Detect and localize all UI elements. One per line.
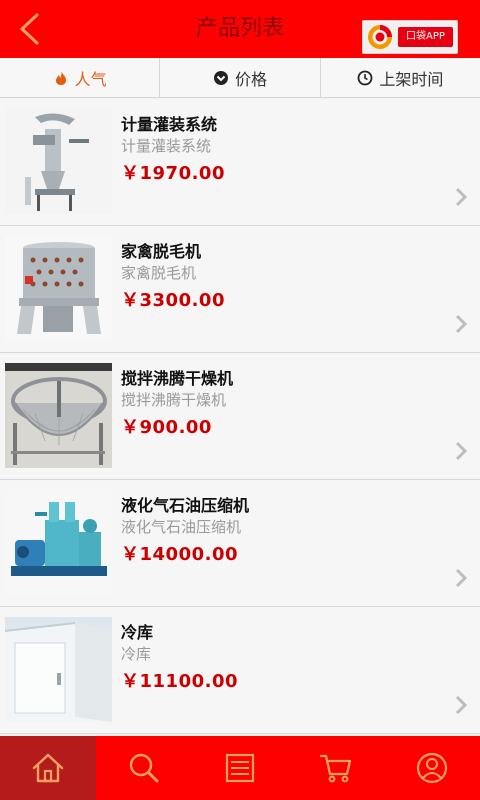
filter-tab-popularity[interactable]: 人气 (0, 58, 161, 97)
clock-icon (357, 70, 373, 86)
app-root: 产品列表 口袋APP 人气 价格 上架时间 计量灌装系统 计量灌装系统 ￥197… (0, 0, 480, 800)
product-item[interactable]: 搅拌沸腾干燥机 搅拌沸腾干燥机 ￥900.00 (0, 353, 480, 480)
sort-filter-bar: 人气 价格 上架时间 (0, 58, 480, 98)
product-image-lpg-compressor (5, 490, 112, 595)
product-subtitle: 家禽脱毛机 (121, 264, 197, 282)
product-name: 家禽脱毛机 (121, 242, 202, 261)
nav-user[interactable] (384, 736, 480, 800)
chevron-right-icon (455, 314, 468, 334)
product-name: 搅拌沸腾干燥机 (121, 369, 234, 388)
chevron-circle-down-icon (213, 70, 229, 86)
product-image-cold-storage (5, 617, 112, 722)
product-image-fluid-bed-dryer (5, 363, 112, 468)
product-item[interactable]: 计量灌装系统 计量灌装系统 ￥1970.00 (0, 99, 480, 226)
nav-list[interactable] (192, 736, 288, 800)
chevron-right-icon (455, 568, 468, 588)
product-price: ￥3300.00 (121, 290, 225, 311)
filter-tab-price[interactable]: 价格 (160, 58, 321, 97)
product-price: ￥900.00 (121, 417, 212, 438)
user-icon (416, 752, 448, 784)
filter-tab-label: 人气 (74, 69, 107, 89)
product-subtitle: 搅拌沸腾干燥机 (121, 391, 227, 409)
bottom-nav (0, 736, 480, 800)
flame-icon (53, 70, 69, 86)
product-subtitle: 计量灌装系统 (121, 137, 212, 155)
nav-cart[interactable] (288, 736, 384, 800)
product-item[interactable]: 冷库 冷库 ￥11100.00 (0, 607, 480, 734)
product-item[interactable]: 家禽脱毛机 家禽脱毛机 ￥3300.00 (0, 226, 480, 353)
product-name: 液化气石油压缩机 (121, 496, 250, 515)
nav-home[interactable] (0, 736, 96, 800)
product-subtitle: 冷库 (121, 645, 152, 663)
chevron-right-icon (455, 187, 468, 207)
app-badge-label: 口袋APP (398, 27, 453, 47)
product-name: 冷库 (121, 623, 154, 642)
product-price: ￥11100.00 (121, 671, 239, 692)
header-bar: 产品列表 口袋APP (0, 0, 480, 58)
chevron-right-icon (455, 695, 468, 715)
product-list: 计量灌装系统 计量灌装系统 ￥1970.00 家禽脱毛机 家禽脱毛机 ￥3300… (0, 99, 480, 736)
product-subtitle: 液化气石油压缩机 (121, 518, 242, 536)
product-image-filling-system (5, 109, 112, 214)
product-price: ￥1970.00 (121, 163, 225, 184)
filter-tab-label: 价格 (234, 69, 267, 89)
home-icon (32, 753, 64, 783)
product-price: ￥14000.00 (121, 544, 239, 565)
chevron-right-icon (455, 441, 468, 461)
nav-search[interactable] (96, 736, 192, 800)
list-icon (225, 753, 255, 783)
filter-tab-label: 上架时间 (379, 69, 444, 89)
search-icon (129, 753, 159, 783)
app-logo-icon (364, 21, 396, 53)
product-image-poultry-plucker (5, 236, 112, 341)
app-badge[interactable]: 口袋APP (362, 20, 458, 54)
product-item[interactable]: 液化气石油压缩机 液化气石油压缩机 ￥14000.00 (0, 480, 480, 607)
product-name: 计量灌装系统 (121, 115, 218, 134)
filter-tab-listing-time[interactable]: 上架时间 (321, 58, 480, 97)
cart-icon (319, 754, 352, 783)
